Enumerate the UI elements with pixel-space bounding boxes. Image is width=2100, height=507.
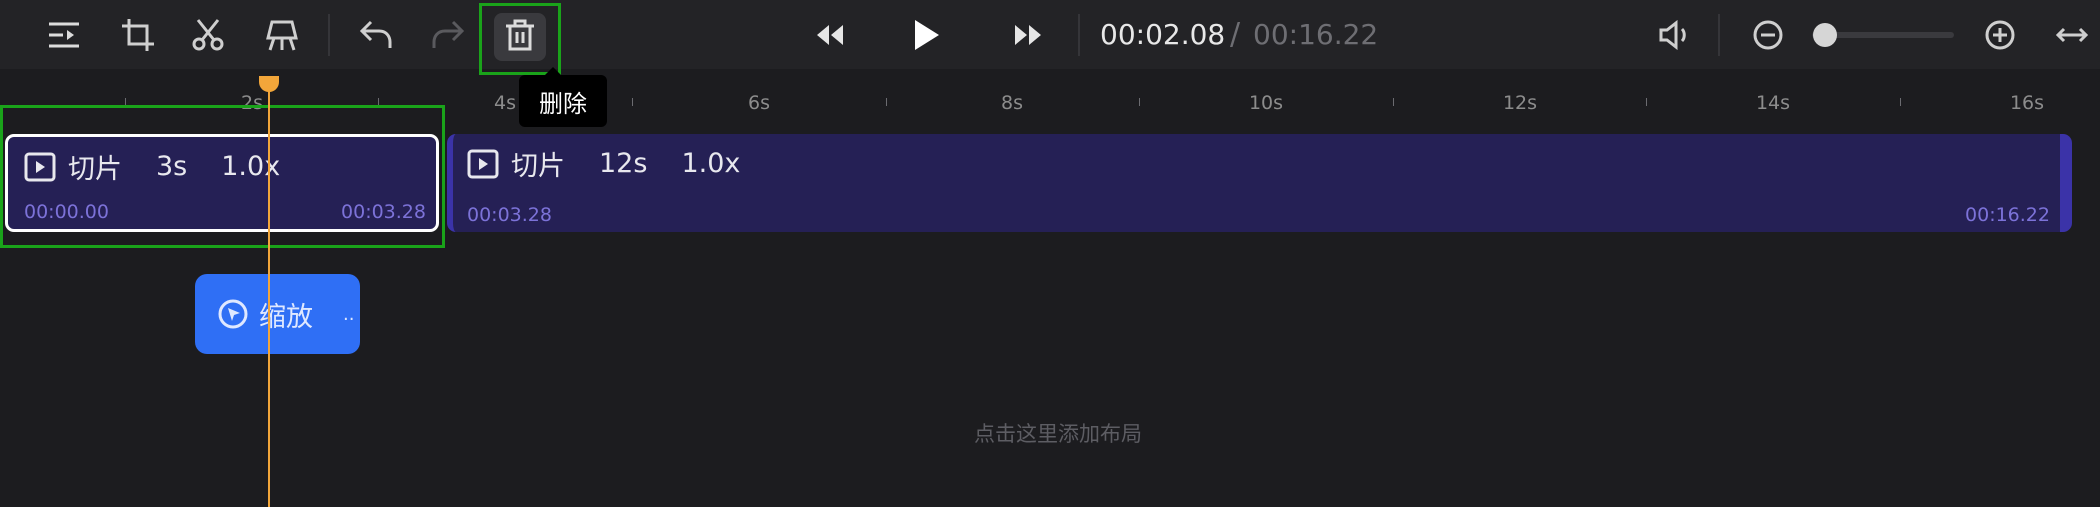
delete-highlight — [479, 3, 561, 75]
undo-icon[interactable] — [356, 0, 396, 69]
total-time: 00:16.22 — [1253, 18, 1379, 51]
zoom-out-icon[interactable] — [1748, 0, 1788, 69]
ruler-tick — [1646, 98, 1647, 106]
volume-icon[interactable] — [1654, 0, 1694, 69]
clip-speed: 1.0x — [681, 148, 741, 179]
ruler-tick — [632, 98, 633, 106]
clip-name: 切片 — [511, 151, 565, 182]
video-icon — [467, 149, 499, 178]
clip-end-time: 00:16.22 — [1965, 204, 2050, 226]
rewind-icon[interactable] — [810, 0, 850, 69]
ruler-label-8s: 8s — [1001, 92, 1023, 114]
ruler-label-6s: 6s — [748, 92, 770, 114]
clip-selection-highlight — [0, 105, 445, 248]
toolbar-divider — [1718, 14, 1720, 56]
ruler-tick — [1393, 98, 1394, 106]
ruler-tick — [1900, 98, 1901, 106]
split-icon[interactable] — [262, 0, 302, 69]
ruler-label-4s: 4s — [494, 92, 516, 114]
zoom-in-icon[interactable] — [1980, 0, 2020, 69]
clip-duration: 12s — [599, 148, 648, 179]
cursor-zoom-icon — [218, 299, 248, 329]
fit-width-icon[interactable] — [2052, 0, 2092, 69]
crop-icon[interactable] — [118, 0, 158, 69]
playhead-line[interactable] — [268, 80, 270, 507]
ruler-tick — [886, 98, 887, 106]
time-divider: / — [1230, 17, 1241, 52]
current-time: 00:02.08 — [1100, 18, 1226, 51]
toolbar-divider — [1078, 14, 1080, 56]
redo-icon[interactable] — [428, 0, 468, 69]
play-icon[interactable] — [906, 0, 946, 69]
zoom-effect-clip[interactable]: 缩放 .. — [195, 274, 360, 354]
scissors-icon[interactable] — [188, 0, 228, 69]
menu-icon[interactable] — [44, 0, 84, 69]
ruler-label-12s: 12s — [1502, 92, 1538, 114]
ruler-label-10s: 10s — [1248, 92, 1284, 114]
ruler-label-16s: 16s — [2009, 92, 2045, 114]
add-layout-hint[interactable]: 点击这里添加布局 — [974, 418, 1142, 448]
ruler-tick — [1139, 98, 1140, 106]
clip-title: 切片 12s 1.0x — [467, 144, 740, 183]
ruler-label-14s: 14s — [1755, 92, 1791, 114]
zoom-slider-thumb[interactable] — [1813, 23, 1837, 47]
fast-forward-icon[interactable] — [1008, 0, 1048, 69]
video-clip[interactable]: 切片 12s 1.0x 00:03.28 00:16.22 — [447, 134, 2072, 232]
zoom-effect-ellipsis: .. — [343, 303, 355, 325]
clip-start-time: 00:03.28 — [467, 204, 552, 226]
toolbar-divider — [328, 14, 330, 56]
